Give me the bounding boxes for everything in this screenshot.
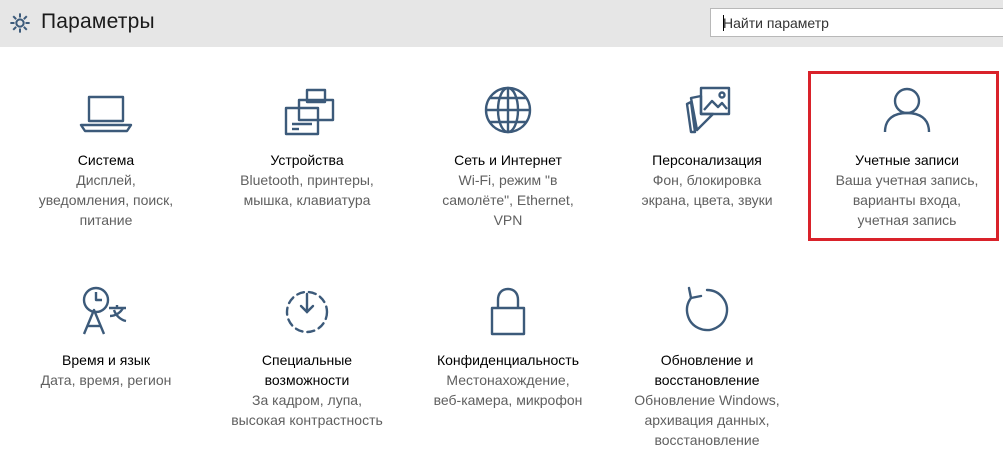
personalization-icon [685, 86, 731, 134]
time-language-icon [82, 286, 127, 335]
tile-accessibility[interactable]: Специальные возможности За кадром, лупа,… [207, 286, 407, 430]
tile-title: Сеть и Интернет [454, 152, 562, 168]
laptop-icon [79, 95, 133, 133]
selection-highlight [808, 71, 999, 241]
tile-system[interactable]: Система Дисплей, уведомления, поиск, пит… [6, 86, 206, 230]
tile-description: Фон, блокировка экрана, цвета, звуки [641, 172, 773, 208]
globe-icon [484, 86, 532, 134]
tile-privacy[interactable]: Конфиденциальность Местонахождение, веб-… [408, 286, 608, 410]
accessibility-icon [285, 290, 329, 334]
search-box[interactable] [710, 8, 1003, 37]
tile-title: Персонализация [652, 152, 762, 168]
tile-devices[interactable]: Устройства Bluetooth, принтеры, мышка, к… [207, 86, 407, 210]
tile-description: За кадром, лупа, высокая контрастность [231, 392, 383, 428]
search-input[interactable] [711, 9, 1003, 36]
tile-title: Обновление и восстановление [654, 352, 760, 388]
tile-network[interactable]: Сеть и Интернет Wi-Fi, режим "в самолёте… [408, 86, 608, 230]
tile-description: Дата, время, регион [40, 372, 172, 388]
page-title: Параметры [41, 10, 155, 33]
text-caret [723, 15, 724, 31]
tile-title: Устройства [270, 152, 344, 168]
tile-description: Местонахождение, веб-камера, микрофон [433, 372, 583, 408]
tile-title: Специальные возможности [261, 352, 353, 388]
lock-icon [490, 287, 526, 336]
tile-title: Система [77, 152, 135, 168]
tile-update-recovery[interactable]: Обновление и восстановление Обновление W… [607, 286, 807, 450]
gear-icon [10, 13, 30, 33]
tile-description: Дисплей, уведомления, поиск, питание [38, 172, 174, 228]
devices-icon [284, 88, 335, 136]
tile-description: Bluetooth, принтеры, мышка, клавиатура [240, 172, 374, 208]
tile-time-language[interactable]: Время и язык Дата, время, регион [6, 286, 206, 390]
tile-description: Wi-Fi, режим "в самолёте", Ethernet, VPN [442, 172, 574, 228]
update-icon [685, 286, 729, 332]
tile-personalization[interactable]: Персонализация Фон, блокировка экрана, ц… [607, 86, 807, 210]
title-bar: Параметры [0, 0, 1003, 47]
tile-title: Конфиденциальность [436, 352, 579, 368]
tile-title: Время и язык [62, 352, 150, 368]
tile-description: Обновление Windows, архивация данных, во… [634, 392, 780, 448]
